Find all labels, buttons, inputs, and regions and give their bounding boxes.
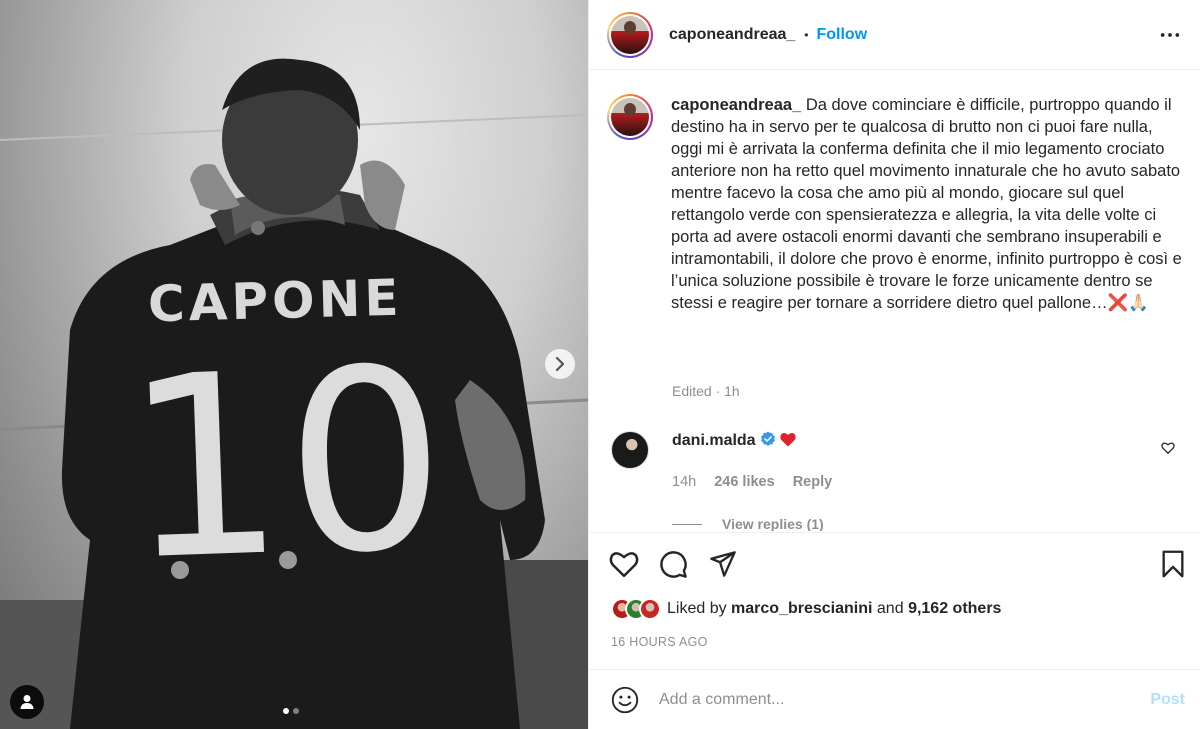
post-comment-button[interactable]: Post: [1150, 691, 1185, 709]
more-horizontal-icon[interactable]: [1159, 24, 1181, 46]
red-heart-emoji-icon: [779, 433, 796, 447]
comment-avatar[interactable]: [611, 431, 649, 469]
view-replies-button[interactable]: View replies (1): [672, 516, 824, 531]
carousel-dots: [283, 708, 299, 714]
carousel-next-button[interactable]: [545, 349, 575, 379]
comment-meta: 14h 246 likes Reply: [672, 474, 832, 490]
header-separator: •: [804, 27, 809, 42]
author-avatar[interactable]: [607, 11, 653, 58]
carousel-dot[interactable]: [293, 708, 299, 714]
comment-reply-button[interactable]: Reply: [793, 474, 833, 490]
follow-button[interactable]: Follow: [816, 26, 867, 44]
heart-icon[interactable]: [609, 550, 639, 578]
replies-divider: [672, 523, 702, 525]
comments-section[interactable]: caponeandreaa_ Da dove cominciare è diff…: [589, 71, 1200, 531]
comment-like-heart-icon[interactable]: [1161, 441, 1175, 455]
caption-edited-label: Edited · 1h: [672, 383, 740, 399]
caption-text: caponeandreaa_ Da dove cominciare è diff…: [671, 94, 1187, 314]
post-photo[interactable]: CAPONE 10: [0, 0, 588, 729]
user-tag-icon: [20, 695, 34, 709]
bookmark-icon[interactable]: [1161, 550, 1185, 578]
liked-by-others[interactable]: 9,162 others: [908, 600, 1001, 617]
comment-input[interactable]: [659, 690, 1119, 709]
user-tag-button[interactable]: [10, 685, 44, 719]
view-replies-label: View replies (1): [722, 516, 824, 531]
chevron-right-icon: [555, 357, 565, 371]
liker-avatar[interactable]: [639, 598, 661, 620]
verified-badge-icon: [760, 431, 775, 446]
smiley-icon[interactable]: [611, 686, 639, 714]
action-bar: [589, 532, 1200, 598]
post-header: caponeandreaa_ • Follow: [589, 0, 1200, 70]
post-caption: caponeandreaa_ Da dove cominciare è diff…: [607, 94, 1187, 314]
post-details-pane: caponeandreaa_ • Follow caponeandreaa_ D…: [588, 0, 1200, 729]
liked-by-and: and: [876, 600, 904, 617]
comment-username[interactable]: dani.malda: [672, 432, 756, 449]
comment-text: [779, 432, 796, 452]
carousel-dot[interactable]: [283, 708, 289, 714]
paper-plane-icon[interactable]: [709, 550, 737, 578]
comment-icon[interactable]: [659, 550, 688, 579]
liked-by-user[interactable]: marco_brescianini: [731, 600, 872, 617]
liked-by-text: Liked by marco_brescianini and 9,162 oth…: [667, 600, 1001, 618]
liked-by-row: Liked by marco_brescianini and 9,162 oth…: [611, 598, 1001, 620]
comment-time[interactable]: 14h: [672, 474, 696, 490]
caption-body: Da dove cominciare è difficile, purtropp…: [671, 96, 1182, 312]
liked-by-prefix: Liked by: [667, 600, 727, 617]
author-username[interactable]: caponeandreaa_: [669, 26, 795, 44]
post-timestamp[interactable]: 16 HOURS AGO: [611, 635, 708, 649]
comment-likes[interactable]: 246 likes: [714, 474, 774, 490]
caption-avatar[interactable]: [607, 94, 653, 140]
jersey-number: 10: [120, 313, 453, 616]
caption-username[interactable]: caponeandreaa_: [671, 96, 801, 114]
add-comment-bar: Post: [589, 669, 1200, 729]
